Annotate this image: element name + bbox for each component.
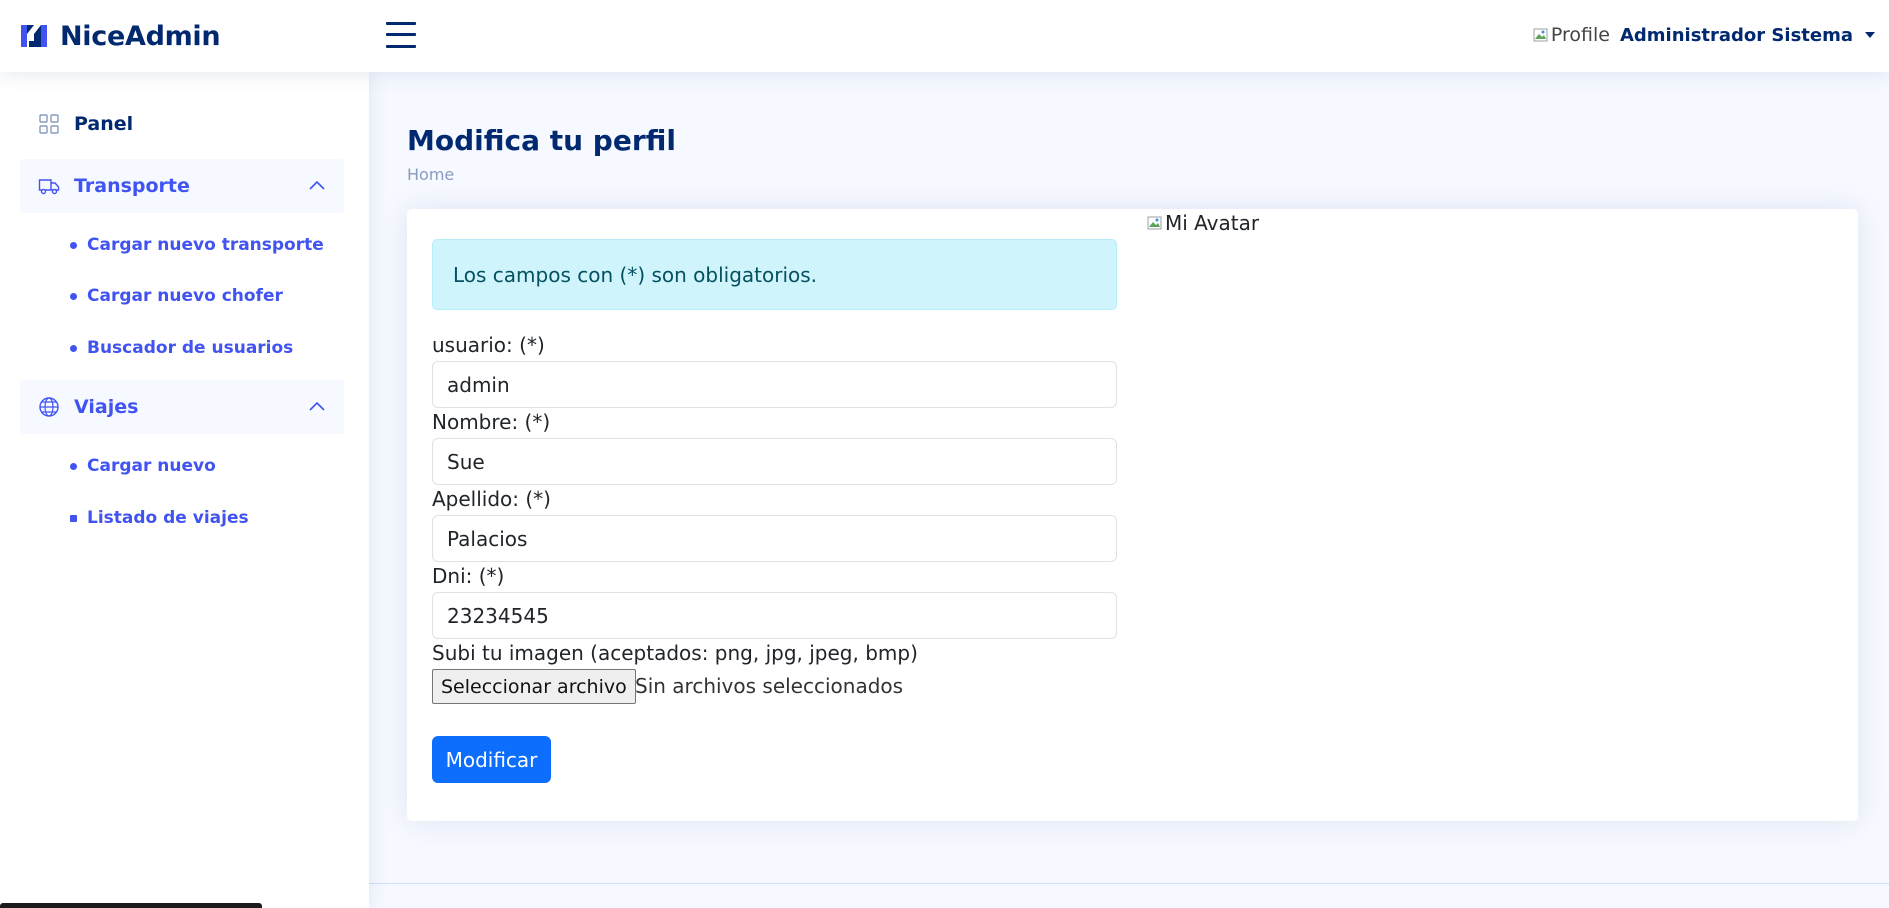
sidebar-subitem-cargar-chofer[interactable]: Cargar nuevo chofer [70,284,283,308]
file-status-text: Sin archivos seleccionados [635,674,904,698]
bullet-icon [70,344,77,352]
bullet-icon [70,462,77,470]
sidebar-subitem-label: Listado de viajes [87,508,249,528]
sidebar-subitem-label: Cargar nuevo [87,456,216,476]
avatar-alt-text: Mi Avatar [1165,211,1260,235]
sidebar-item-label: Transporte [74,175,190,197]
brand-logo[interactable]: NiceAdmin [18,17,221,55]
user-name: Administrador Sistema [1619,24,1853,46]
dni-label: Dni: (*) [432,564,505,588]
last-name-label: Apellido: (*) [432,487,551,511]
choose-file-button[interactable]: Seleccionar archivo [432,669,636,704]
grid-icon [39,114,59,134]
taskbar-strip [0,903,262,908]
sidebar-subitem-label: Cargar nuevo transporte [87,235,324,255]
sidebar-subitem-listado-viajes[interactable]: Listado de viajes [70,506,249,530]
footer-divider [369,883,1889,884]
profile-card: Los campos con (*) son obligatorios. usu… [407,209,1858,821]
sidebar-subitem-buscador-usuarios[interactable]: Buscador de usuarios [70,336,293,360]
bullet-icon [70,241,77,249]
sidebar-subitem-label: Buscador de usuarios [87,338,294,358]
chevron-up-icon [309,180,325,190]
sidebar-subitem-label: Cargar nuevo chofer [87,286,283,306]
page-title: Modifica tu perfil [407,124,676,157]
avatar-image: Mi Avatar [1147,211,1259,235]
top-header: NiceAdmin Profile Administrador Sistema [0,0,1889,72]
sidebar-subitem-cargar-transporte[interactable]: Cargar nuevo transporte [70,233,324,257]
profile-image: Profile [1533,24,1610,46]
first-name-input[interactable] [432,438,1117,485]
dni-input[interactable] [432,592,1117,639]
chevron-up-icon [309,401,325,411]
sidebar-item-label: Viajes [74,396,139,418]
sidebar-item-label: Panel [74,113,134,135]
image-upload-label: Subi tu imagen (aceptados: png, jpg, jpe… [432,641,918,665]
sidebar-subitem-cargar-nuevo[interactable]: Cargar nuevo [70,454,216,478]
required-fields-alert: Los campos con (*) son obligatorios. [432,239,1117,310]
sidebar-item-panel[interactable]: Panel [20,97,344,151]
profile-dropdown[interactable]: Profile Administrador Sistema [1533,18,1875,52]
broken-image-icon [1533,28,1548,42]
last-name-input[interactable] [432,515,1117,562]
sidebar-item-transporte[interactable]: Transporte [20,159,344,213]
brand-name: NiceAdmin [60,20,221,52]
hamburger-line [386,22,416,25]
profile-image-alt: Profile [1550,24,1610,46]
truck-icon [38,179,60,195]
hamburger-line [386,45,416,48]
username-label: usuario: (*) [432,333,545,357]
bullet-icon [70,514,77,522]
chevron-down-icon [1865,32,1875,38]
sidebar: Panel Transporte Cargar nuevo transporte… [0,72,369,908]
breadcrumb-home[interactable]: Home [407,165,454,184]
bullet-icon [70,292,77,300]
broken-image-icon [1147,216,1162,230]
hamburger-line [386,33,416,36]
modify-button[interactable]: Modificar [432,736,551,783]
username-input[interactable] [432,361,1117,408]
sidebar-toggle-button[interactable] [386,21,416,49]
globe-icon [39,397,59,417]
first-name-label: Nombre: (*) [432,410,551,434]
logo-icon [21,25,47,47]
sidebar-item-viajes[interactable]: Viajes [20,380,344,434]
